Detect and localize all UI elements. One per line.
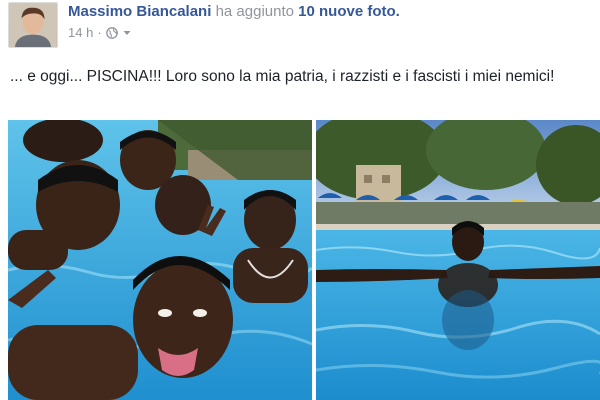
post-message: ... e oggi... PISCINA!!! Loro sono la mi… [10,68,555,85]
meta-separator: · [97,25,102,40]
post-header: Massimo Biancalani ha aggiunto 10 nuove … [68,3,400,21]
author-action-text: ha aggiunto [215,3,294,20]
photo-man-swimming-pool [316,120,600,400]
author-avatar[interactable] [8,2,58,48]
globe-icon[interactable] [105,26,118,39]
post-photo-1[interactable] [8,120,312,400]
post-photo-2[interactable] [316,120,600,400]
photo-count-link[interactable]: 10 nuove foto. [298,3,400,20]
post-timestamp[interactable]: 14 h [68,25,93,40]
avatar-portrait-icon [9,3,57,47]
photo-group-selfie-pool [8,120,312,400]
post-meta: 14 h · [68,25,132,40]
chevron-down-icon[interactable] [122,28,132,38]
author-name-link[interactable]: Massimo Biancalani [68,3,211,20]
facebook-post: Massimo Biancalani ha aggiunto 10 nuove … [0,0,600,400]
